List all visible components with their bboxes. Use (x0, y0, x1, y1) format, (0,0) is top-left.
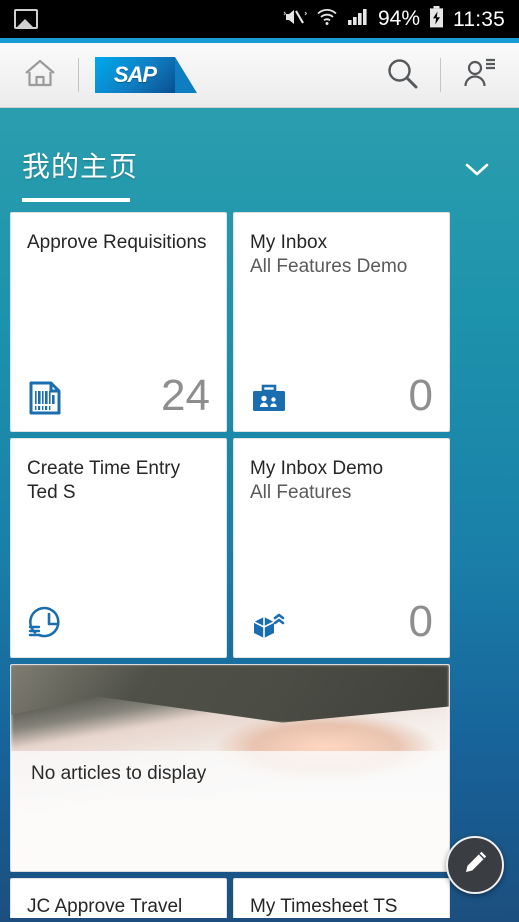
tile-grid-next-row: JC Approve Travel My Timesheet TS (10, 878, 470, 918)
header-divider (78, 58, 79, 92)
phone-screen: 94% 11:35 SAP 我的主页 Approve Requisitions … (0, 0, 519, 922)
tile-grid: Approve Requisitions 24 My Inbox All Fea… (0, 212, 460, 658)
tile-title: Create Time Entry Ted S (27, 458, 181, 504)
home-button[interactable] (18, 53, 62, 97)
tile-subtitle: All Features (250, 482, 352, 504)
header-divider-2 (440, 58, 441, 92)
status-bar: 94% 11:35 (0, 0, 519, 38)
tile-title: My Inbox Demo (250, 458, 384, 479)
page-body: 我的主页 Approve Requisitions 24 My Inbox Al… (0, 108, 519, 922)
tile-news-feed[interactable]: No articles to display (10, 664, 450, 872)
vibrate-mute-icon (283, 7, 308, 32)
tile-my-inbox[interactable]: My Inbox All Features Demo 0 (233, 212, 450, 432)
tile-title: JC Approve Travel (27, 896, 183, 917)
sap-logo: SAP (95, 57, 197, 93)
briefcase-people-icon (250, 379, 288, 417)
tile-title: Approve Requisitions (27, 232, 207, 253)
tile-count: 0 (408, 371, 433, 421)
tile-title: My Timesheet TS (250, 896, 398, 917)
edit-fab-button[interactable] (446, 836, 504, 894)
user-menu-button[interactable] (457, 53, 501, 97)
tile-footer (27, 605, 210, 643)
tile-count: 0 (408, 597, 433, 647)
tile-create-time-entry[interactable]: Create Time Entry Ted S (10, 438, 227, 658)
chevron-down-icon (462, 160, 492, 185)
app-header: SAP (0, 43, 519, 108)
user-menu-icon (462, 57, 496, 94)
cellular-signal-icon (347, 8, 369, 31)
tile-title: My Inbox (250, 232, 328, 253)
status-bar-right: 94% 11:35 (283, 5, 505, 33)
page-title-underline (22, 198, 130, 202)
page-title: 我的主页 (22, 151, 139, 182)
tile-footer: 0 (250, 371, 433, 421)
tile-approve-requisitions[interactable]: Approve Requisitions 24 (10, 212, 227, 432)
news-empty-message: No articles to display (31, 763, 207, 784)
home-icon (23, 57, 57, 94)
page-switch-button[interactable] (457, 156, 497, 188)
sap-logo-text: SAP (113, 62, 157, 87)
clock-time-entry-icon (27, 605, 65, 643)
search-icon (385, 56, 419, 95)
pencil-edit-icon (460, 848, 490, 883)
tile-subtitle: All Features Demo (250, 256, 408, 278)
barcode-document-icon (27, 379, 65, 417)
news-photo-surface (11, 799, 449, 871)
search-button[interactable] (380, 53, 424, 97)
clock-label: 11:35 (453, 7, 505, 31)
battery-charging-icon (429, 5, 444, 33)
shipping-box-icon (250, 605, 288, 643)
wifi-icon (316, 7, 338, 32)
tile-footer: 24 (27, 371, 210, 421)
tile-footer: 0 (250, 597, 433, 647)
gallery-notification-icon (14, 9, 38, 29)
battery-percent-label: 94% (377, 7, 420, 30)
status-bar-left (14, 9, 38, 29)
tile-count: 24 (161, 371, 210, 421)
tile-jc-approve-travel[interactable]: JC Approve Travel (10, 878, 227, 918)
page-title-bar: 我的主页 (0, 108, 519, 212)
tile-my-timesheet-ts[interactable]: My Timesheet TS (233, 878, 450, 918)
tile-my-inbox-demo[interactable]: My Inbox Demo All Features 0 (233, 438, 450, 658)
